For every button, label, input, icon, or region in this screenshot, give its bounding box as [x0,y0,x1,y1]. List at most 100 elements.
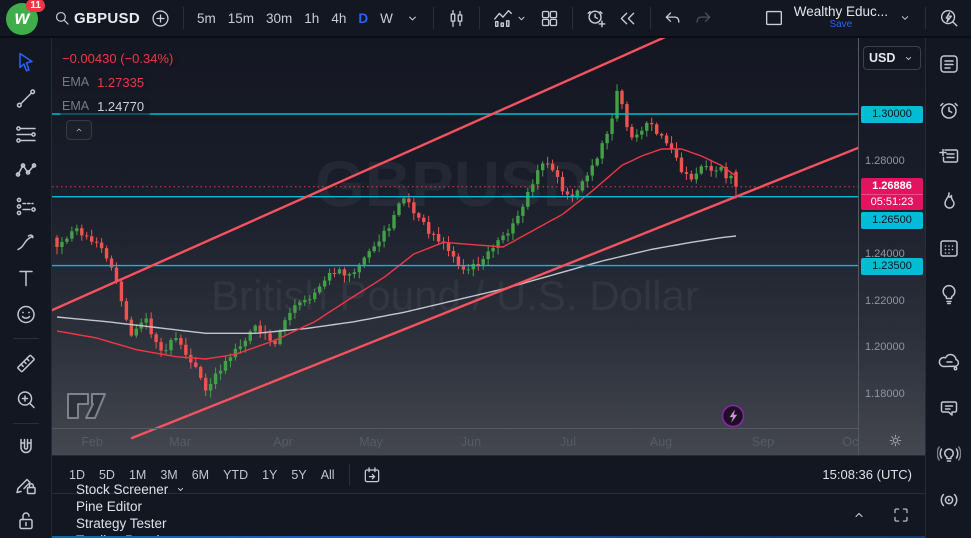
live-ideas-icon [937,441,961,467]
brush-icon [14,230,38,255]
tool-drawing-lock[interactable] [8,470,44,498]
indicators-button[interactable] [487,4,534,32]
symbol-change-row[interactable]: −0.00430 (−0.34%) [60,50,179,67]
quick-search-button[interactable] [933,4,965,32]
compare-add-button[interactable] [145,5,176,32]
ema-fast-row[interactable]: EMA 1.27335 [60,74,150,91]
range-all[interactable]: All [314,464,342,486]
range-ytd[interactable]: YTD [216,464,255,486]
sidebar-item-ideas[interactable] [931,280,967,308]
cursor-icon [14,50,38,75]
sidebar-item-streams[interactable] [931,486,967,514]
tool-cursor[interactable] [8,48,44,76]
tool-ruler[interactable] [8,349,44,377]
timeframe-1h[interactable]: 1h [298,8,325,29]
tool-zoom-in[interactable] [8,385,44,413]
text-tool-icon [14,266,38,291]
timeframe-w[interactable]: W [374,8,399,29]
current-price-label: 1.26886 05:51:23 [861,178,923,210]
panel-tab-label: Stock Screener [76,482,168,497]
drawing-lock-icon [14,472,38,497]
tool-xabcd-pattern[interactable] [8,156,44,184]
time-axis-month[interactable]: Jul [560,435,576,449]
current-price: 1.26886 [861,178,923,194]
tool-emoji[interactable] [8,300,44,328]
time-axis-month[interactable]: Apr [273,435,292,449]
tool-magnet[interactable] [8,434,44,462]
timezone-clock[interactable]: 15:08:36 (UTC) [817,464,917,485]
layout-select-button[interactable] [758,4,790,32]
layout-menu-button[interactable] [892,7,918,29]
panel-tab-pine-editor[interactable]: Pine Editor [70,498,148,515]
symbol-search-button[interactable]: GBPUSD [48,6,145,31]
tool-text-tool[interactable] [8,264,44,292]
go-to-date-button[interactable] [357,462,387,488]
panel-maximize-button[interactable] [887,503,915,527]
timeframe-15m[interactable]: 15m [222,8,260,29]
chart-pane[interactable]: GBPUSDBritish Pound / U.S. Dollar −0.004… [52,38,925,455]
legend-collapse-button[interactable] [66,120,92,140]
range-1y[interactable]: 1Y [255,464,284,486]
panel-tab-stock-screener[interactable]: Stock Screener [70,481,193,498]
sidebar-item-calendar[interactable] [931,234,967,262]
sidebar-item-alerts[interactable] [931,96,967,124]
time-axis-month[interactable]: May [359,435,383,449]
redo-button[interactable] [688,5,718,31]
currency-selector[interactable]: USD [863,46,921,70]
price-axis-label: 1.28000 [865,153,905,170]
time-axis-month[interactable]: Feb [81,435,103,449]
chevron-down-icon [174,483,187,496]
alerts-icon [937,97,961,123]
separator [925,7,926,29]
app-logo[interactable]: w 11 [6,1,40,35]
undo-icon [663,8,683,28]
minds-icon [937,349,961,375]
tool-forecast[interactable] [8,192,44,220]
timeframe-4h[interactable]: 4h [325,8,352,29]
timeframe-d[interactable]: D [352,8,374,29]
layout-name-button[interactable]: Wealthy Educ... Save [790,3,892,33]
chart-legend: −0.00430 (−0.34%) EMA 1.27335 EMA 1.2477… [60,50,179,115]
timeframe-menu-button[interactable] [399,7,426,30]
ema-slow-row[interactable]: EMA 1.24770 [60,98,150,115]
timeframe-30m[interactable]: 30m [260,8,298,29]
notes-icon [937,143,961,169]
tool-brush[interactable] [8,228,44,256]
price-axis-label: 1.23500 [861,258,923,275]
main-area: GBPUSDBritish Pound / U.S. Dollar −0.004… [0,38,971,538]
notification-badge: 11 [26,0,45,12]
sidebar-item-chat[interactable] [931,394,967,422]
sidebar-item-notes[interactable] [931,142,967,170]
range-5y[interactable]: 5Y [284,464,313,486]
panel-expand-button[interactable] [845,503,873,527]
time-axis-month[interactable]: Oct [842,435,858,449]
sidebar-item-community[interactable] [931,532,967,538]
tool-trend-line[interactable] [8,84,44,112]
chart-style-button[interactable] [441,5,472,32]
axis-settings-button[interactable] [881,431,910,453]
tool-fib-retracement[interactable] [8,120,44,148]
panel-tab-label: Strategy Tester [76,516,167,531]
create-alert-button[interactable] [580,4,612,32]
layout-grid-button[interactable] [534,5,565,32]
indicator-value: 1.27335 [97,75,144,90]
bar-replay-button[interactable] [612,5,643,32]
sidebar-item-hotlists[interactable] [931,188,967,216]
time-axis-month[interactable]: Jun [461,435,481,449]
chat-icon [937,395,961,421]
alert-plus-icon [585,7,607,29]
sidebar-item-live-ideas[interactable] [931,440,967,468]
price-axis[interactable]: USD 1.300001.280001.240001.235001.265001… [858,38,925,455]
sidebar-item-watchlist[interactable] [931,50,967,78]
time-axis-month[interactable]: Sep [752,435,774,449]
fib-retracement-icon [14,122,38,147]
separator [650,7,651,29]
panel-tab-strategy-tester[interactable]: Strategy Tester [70,515,173,532]
time-axis[interactable]: Feb Mar Apr May Jun Jul Aug Sep Oct [52,428,858,455]
tool-lock-all[interactable] [8,506,44,534]
sidebar-item-minds[interactable] [931,348,967,376]
undo-button[interactable] [658,5,688,31]
timeframe-5m[interactable]: 5m [191,8,222,29]
time-axis-month[interactable]: Mar [169,435,191,449]
time-axis-month[interactable]: Aug [650,435,672,449]
